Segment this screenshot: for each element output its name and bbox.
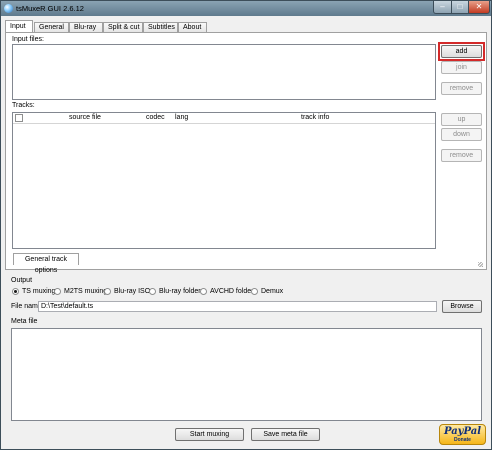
browse-button[interactable]: Browse (442, 300, 482, 313)
radio-blu-ray-iso-label[interactable]: Blu-ray ISO (114, 288, 150, 295)
add-button[interactable]: add (441, 45, 482, 58)
radio-blu-ray-iso[interactable] (104, 288, 111, 295)
paypal-donate-button[interactable]: PayPal Donate (439, 424, 486, 445)
remove-track-button[interactable]: remove (441, 149, 482, 162)
paypal-donate-label: Donate (454, 437, 471, 443)
radio-avchd-folder[interactable] (200, 288, 207, 295)
radio-ts-muxing[interactable] (12, 288, 19, 295)
title-bar[interactable]: tsMuxeR GUI 2.6.12 – □ ✕ (1, 1, 491, 16)
save-meta-file-button[interactable]: Save meta file (251, 428, 320, 441)
close-button[interactable]: ✕ (468, 1, 490, 14)
radio-m2ts-muxing-label[interactable]: M2TS muxing (64, 288, 107, 295)
tracks-table-header: source file codec lang track info (13, 113, 435, 124)
tracks-table[interactable]: source file codec lang track info (12, 112, 436, 249)
column-lang[interactable]: lang (175, 114, 188, 121)
join-button[interactable]: join (441, 61, 482, 74)
radio-m2ts-muxing[interactable] (54, 288, 61, 295)
column-track-info[interactable]: track info (301, 114, 329, 121)
select-all-checkbox[interactable] (15, 114, 23, 122)
move-down-button[interactable]: down (441, 128, 482, 141)
file-name-input[interactable]: D:\Test\default.ts (38, 301, 437, 312)
input-files-label: Input files: (12, 36, 44, 43)
maximize-button[interactable]: □ (451, 1, 469, 14)
move-up-button[interactable]: up (441, 113, 482, 126)
start-muxing-button[interactable]: Start muxing (175, 428, 244, 441)
tab-general-track-options[interactable]: General track options (13, 253, 79, 274)
radio-blu-ray-folder[interactable] (149, 288, 156, 295)
paypal-logo: PayPal (443, 426, 482, 437)
radio-blu-ray-folder-label[interactable]: Blu-ray folder (159, 288, 201, 295)
radio-demux-label[interactable]: Demux (261, 288, 283, 295)
main-window: tsMuxeR GUI 2.6.12 – □ ✕ Input General B… (0, 0, 492, 450)
window-title: tsMuxeR GUI 2.6.12 (16, 4, 84, 13)
resize-grip-icon[interactable] (478, 262, 483, 267)
input-files-list[interactable] (12, 44, 436, 100)
output-label: Output (11, 277, 33, 284)
radio-avchd-folder-label[interactable]: AVCHD folder (210, 288, 253, 295)
column-source-file[interactable]: source file (69, 114, 101, 121)
app-icon (4, 4, 13, 13)
radio-ts-muxing-label[interactable]: TS muxing (22, 288, 55, 295)
meta-file-label: Meta file (11, 318, 38, 325)
remove-file-button[interactable]: remove (441, 82, 482, 95)
input-tab-page: Input files: add join remove Tracks: sou… (5, 32, 487, 270)
meta-file-textarea[interactable] (11, 328, 482, 421)
minimize-button[interactable]: – (433, 1, 452, 14)
radio-demux[interactable] (251, 288, 258, 295)
tracks-label: Tracks: (12, 102, 35, 109)
column-codec[interactable]: codec (146, 114, 165, 121)
